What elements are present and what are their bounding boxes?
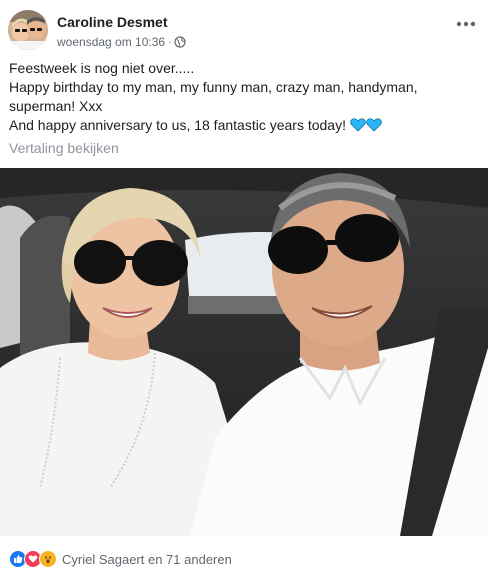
see-translation-link[interactable]: Vertaling bekijken [9,140,119,156]
meta-separator: · [168,36,172,48]
blue-heart-icon [350,118,366,132]
post-text: Feestweek is nog niet over..... Happy bi… [9,59,479,135]
post-header: Caroline Desmet woensdag om 10:36 · [8,10,480,54]
post-text-line: Happy birthday to my man, my funny man, … [9,79,418,114]
post-text-line: Feestweek is nog niet over..... [9,60,195,76]
post-timestamp[interactable]: woensdag om 10:36 [57,35,165,49]
reaction-icons [9,550,57,568]
more-options-button[interactable] [454,14,478,34]
post-text-line: And happy anniversary to us, 18 fantasti… [9,116,479,135]
wow-icon [39,550,57,568]
more-horizontal-icon [456,21,476,27]
blue-heart-icon [366,118,382,132]
globe-icon[interactable] [174,36,187,48]
avatar[interactable] [8,10,48,50]
reactions-bar[interactable]: Cyriel Sagaert en 71 anderen [9,549,232,569]
facebook-post: Caroline Desmet woensdag om 10:36 · Fees… [0,0,488,579]
reaction-summary[interactable]: Cyriel Sagaert en 71 anderen [62,552,232,567]
author-name[interactable]: Caroline Desmet [57,14,167,30]
post-meta: woensdag om 10:36 · [57,35,187,49]
post-photo[interactable] [0,168,488,536]
